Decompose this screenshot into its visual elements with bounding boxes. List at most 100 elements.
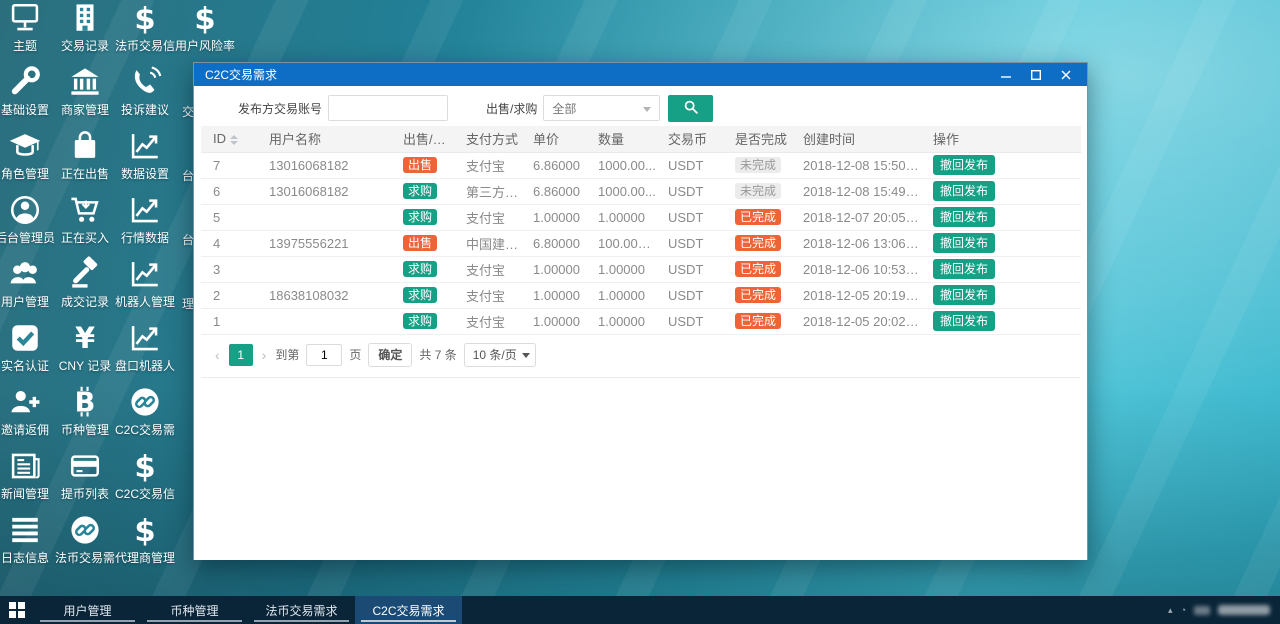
status-badge: 已完成 xyxy=(723,230,791,257)
withdraw-publish-button[interactable]: 撤回发布 xyxy=(933,259,996,279)
unit-price: 6.86000 xyxy=(521,178,586,205)
desktop-icon[interactable]: $ C2C交易信 xyxy=(105,448,185,501)
withdraw-publish-button[interactable]: 撤回发布 xyxy=(933,181,996,201)
desktop-icon-label: 盘口机器人 xyxy=(114,359,175,373)
user-name: 13016068182 xyxy=(257,178,391,205)
sort-icon[interactable] xyxy=(230,134,238,145)
pay-method: 支付宝 xyxy=(454,152,521,179)
desktop-icon-label: 代理商管理 xyxy=(114,551,175,565)
dollar-icon: $ xyxy=(165,0,245,36)
desktop-icon[interactable]: $ 代理商管理 xyxy=(105,512,185,565)
created-time: 2018-12-08 15:49:51 xyxy=(791,178,921,205)
column-header: ID xyxy=(201,126,257,153)
desktop-icon-label: C2C交易需 xyxy=(114,423,175,437)
trade-type-badge: 出售 xyxy=(403,157,438,173)
desktop-icon-label: 投诉建议 xyxy=(120,103,169,117)
page-size-value: 10 条/页 xyxy=(472,348,517,362)
column-header: 是否完成 xyxy=(723,126,791,153)
taskbar-item[interactable]: 币种管理 xyxy=(141,596,248,624)
pay-method: 第三方为... xyxy=(454,178,521,205)
hidden-icons-chevron-icon[interactable]: ▴ xyxy=(1168,605,1173,616)
chevron-down-icon xyxy=(643,107,652,112)
status-badge: 未完成 xyxy=(723,152,791,179)
chart-icon xyxy=(105,256,185,292)
desktop-icon[interactable]: 数据设置 xyxy=(105,128,185,181)
table-row: 413975556221 出售中国建设...6.80000100.00000USD… xyxy=(201,230,1081,257)
page-size-select[interactable]: 10 条/页 xyxy=(463,342,536,367)
user-name xyxy=(257,204,391,231)
publisher-account-input[interactable] xyxy=(328,95,449,121)
table-header-row: ID 用户名称 出售/求购 支付方式 单价 数量 交易币 是否完成 创建时间 操作 xyxy=(201,126,1081,153)
current-page-button[interactable]: 1 xyxy=(228,343,253,366)
quantity: 1000.00... xyxy=(586,152,656,179)
taskbar-item[interactable]: 法币交易需求 xyxy=(248,596,355,624)
user-name xyxy=(257,308,391,335)
unit-price: 6.86000 xyxy=(521,152,586,179)
user-name: 13975556221 xyxy=(257,230,391,257)
next-page-icon[interactable]: › xyxy=(260,347,269,363)
status-badge: 已完成 xyxy=(735,287,782,303)
desktop-icon[interactable]: 盘口机器人 xyxy=(105,320,185,373)
close-icon[interactable] xyxy=(1051,63,1081,86)
status-badge: 已完成 xyxy=(723,204,791,231)
withdraw-publish-button[interactable]: 撤回发布 xyxy=(933,233,996,253)
c2c-trade-window: C2C交易需求 发布方交易账号 出售/求购 全部 ID 用户名称 出售/求购 支… xyxy=(193,62,1088,560)
user-name: 18638108032 xyxy=(257,282,391,309)
prev-page-icon[interactable]: ‹ xyxy=(213,347,222,363)
withdraw-publish-button[interactable]: 撤回发布 xyxy=(933,311,996,331)
taskbar-item[interactable]: 用户管理 xyxy=(34,596,141,624)
svg-text:$: $ xyxy=(134,450,155,484)
table-row: 5 求购 支付宝 1.00000 1.00000 USDT 已完成 2018-12-07 20… xyxy=(201,204,1081,231)
desktop-icon-label: 机器人管理 xyxy=(114,295,175,309)
desktop-icon[interactable]: C2C交易需 xyxy=(105,384,185,437)
desktop-icon[interactable]: 投诉建议 xyxy=(105,64,185,117)
goto-confirm-button[interactable]: 确定 xyxy=(368,342,413,367)
withdraw-publish-button[interactable]: 撤回发布 xyxy=(933,207,996,227)
publisher-account-label: 发布方交易账号 xyxy=(238,101,323,116)
tray-status-icon[interactable]: ◔ xyxy=(1181,605,1186,615)
column-header: 用户名称 xyxy=(257,126,391,153)
withdraw-publish-button[interactable]: 撤回发布 xyxy=(933,285,996,305)
trade-coin: USDT xyxy=(656,308,723,335)
status-badge: 已完成 xyxy=(735,313,782,329)
column-header: 出售/求购 xyxy=(391,126,454,153)
table-body: 7 13016068182 出售 支付宝 6.86000 1000.00... USDT 未完… xyxy=(201,152,1081,335)
tray-icon[interactable] xyxy=(1194,605,1210,615)
table-row: 7 13016068182 出售 支付宝 6.86000 1000.00... USDT 未完… xyxy=(201,152,1081,179)
trade-type-badge: 出售 xyxy=(391,152,454,179)
desktop-icon[interactable]: 行情数据 xyxy=(105,192,185,245)
status-badge: 已完成 xyxy=(735,261,782,277)
withdraw-publish-button[interactable]: 撤回发布 xyxy=(933,155,996,175)
page-unit-label: 页 xyxy=(349,348,362,362)
trade-type-badge: 求购 xyxy=(403,287,438,303)
trade-coin: USDT xyxy=(656,204,723,231)
tray-clock-area[interactable] xyxy=(1218,605,1270,615)
taskbar-items: 用户管理 币种管理 法币交易需求 C2C交易需求 xyxy=(34,596,462,624)
created-time: 2018-12-06 13:06:36 xyxy=(791,230,921,257)
created-time: 2018-12-08 15:50:56 xyxy=(791,152,921,179)
trade-type-select[interactable]: 全部 xyxy=(543,95,661,121)
action: 撤回发布 xyxy=(921,178,1081,205)
status-badge: 已完成 xyxy=(723,256,791,283)
start-button[interactable] xyxy=(0,596,34,624)
action: 撤回发布 xyxy=(921,308,1081,335)
desktop-icon[interactable]: $ 用户风险率 xyxy=(165,0,245,53)
status-badge: 未完成 xyxy=(723,178,791,205)
table-row: 1 求购 支付宝 1.00000 1.00000 USDT 已完成 2018-12-05 20… xyxy=(201,308,1081,335)
dollar-icon: $ xyxy=(105,512,185,548)
trade-coin: USDT xyxy=(656,282,723,309)
search-button[interactable] xyxy=(668,94,714,122)
taskbar-item[interactable]: C2C交易需求 xyxy=(355,596,462,624)
desktop-icon-label: C2C交易信 xyxy=(114,487,175,501)
desktop-icon[interactable]: 机器人管理 xyxy=(105,256,185,309)
window-titlebar[interactable]: C2C交易需求 xyxy=(194,63,1087,86)
column-header: 交易币 xyxy=(656,126,723,153)
column-header: 创建时间 xyxy=(791,126,921,153)
pay-method: 支付宝 xyxy=(454,204,521,231)
taskbar: 用户管理 币种管理 法币交易需求 C2C交易需求 ▴ ◔ xyxy=(0,596,1280,624)
trade-type-badge: 求购 xyxy=(391,308,454,335)
goto-page-input[interactable] xyxy=(306,343,343,366)
minimize-icon[interactable] xyxy=(991,63,1021,86)
maximize-icon[interactable] xyxy=(1021,63,1051,86)
row-id: 7 xyxy=(201,152,257,179)
